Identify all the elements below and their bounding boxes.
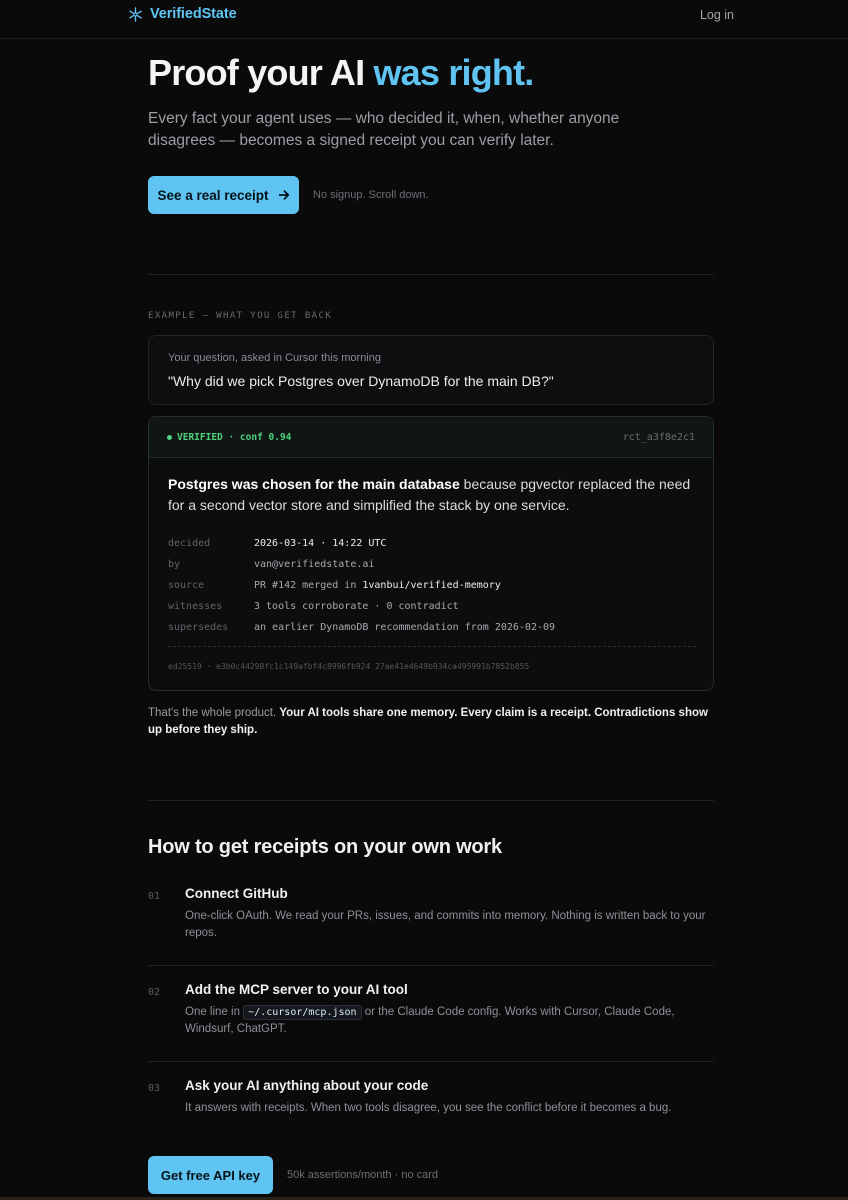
get-api-key-button[interactable]: Get free API key: [148, 1156, 273, 1194]
arrow-right-icon: [278, 190, 289, 200]
hero-title-accent: was right.: [373, 52, 534, 93]
brand-name: VerifiedState: [150, 6, 237, 22]
see-receipt-label: See a real receipt: [157, 187, 269, 203]
login-link[interactable]: Log in: [700, 8, 734, 22]
field-key: witnesses: [168, 601, 223, 612]
field-key: decided: [168, 538, 211, 549]
divider: [148, 965, 714, 966]
field-key: source: [168, 580, 205, 591]
api-key-note: 50k assertions/month · no card: [287, 1169, 439, 1181]
receipt-field-witnesses: witnesses 3 tools corroborate · 0 contra…: [168, 596, 555, 617]
field-value: 2026-03-14 · 14:22 UTC: [254, 538, 387, 549]
field-key: supersedes: [168, 622, 229, 633]
divider: [148, 274, 714, 275]
how-title: How to get receipts on your own work: [148, 836, 502, 858]
asterisk-sparkle-icon: [129, 6, 142, 22]
field-value: an earlier DynamoDB recommendation from …: [254, 622, 556, 633]
receipt-field-by: by van@verifiedstate.ai: [168, 554, 555, 575]
hero-title-main: Proof your AI: [148, 52, 365, 93]
step-description: It answers with receipts. When two tools…: [185, 1102, 672, 1114]
divider: [148, 1061, 714, 1062]
field-key: by: [168, 559, 181, 570]
product-summary: That's the whole product. Your AI tools …: [148, 707, 708, 736]
divider: [148, 800, 714, 801]
field-value: van@verifiedstate.ai: [254, 559, 375, 570]
config-path-code: ~/.cursor/mcp.json: [243, 1005, 362, 1020]
receipt-fields: decided 2026-03-14 · 14:22 UTC by van@ve…: [168, 533, 555, 638]
step-number: 01: [148, 891, 161, 902]
hero-subtitle: Every fact your agent uses — who decided…: [148, 110, 620, 149]
question-text: "Why did we pick Postgres over DynamoDB …: [168, 373, 554, 389]
field-value: 3 tools corroborate · 0 contradict: [254, 601, 459, 612]
receipt-id: rct_a3f8e2c1: [622, 432, 695, 443]
receipt-field-supersedes: supersedes an earlier DynamoDB recommend…: [168, 617, 555, 638]
step-number: 03: [148, 1083, 161, 1094]
example-eyebrow: EXAMPLE — WHAT YOU GET BACK: [148, 311, 333, 321]
step-add-mcp: 02 Add the MCP server to your AI tool On…: [148, 982, 714, 1042]
top-nav: VerifiedState Log in: [0, 0, 848, 39]
step-description: One line in ~/.cursor/mcp.json or the Cl…: [185, 1005, 675, 1035]
field-value: PR #142 merged in 1vanbui/verified-memor…: [254, 580, 501, 591]
step-description: One-click OAuth. We read your PRs, issue…: [185, 910, 706, 939]
verified-dot-icon: [167, 435, 172, 440]
receipt-card: VERIFIED · conf 0.94 rct_a3f8e2c1 Postgr…: [148, 416, 714, 691]
see-receipt-button[interactable]: See a real receipt: [148, 176, 299, 214]
question-label: Your question, asked in Cursor this morn…: [168, 352, 381, 364]
receipt-field-decided: decided 2026-03-14 · 14:22 UTC: [168, 533, 555, 554]
step-connect-github: 01 Connect GitHub One-click OAuth. We re…: [148, 886, 714, 946]
brand-logo[interactable]: VerifiedState: [128, 6, 237, 22]
verified-status: VERIFIED · conf 0.94: [167, 432, 291, 443]
question-card: Your question, asked in Cursor this morn…: [148, 335, 714, 405]
step-number: 02: [148, 987, 161, 998]
step-title: Ask your AI anything about your code: [185, 1078, 429, 1093]
verified-status-text: VERIFIED · conf 0.94: [177, 432, 292, 443]
receipt-divider: [168, 646, 696, 647]
cta-note: No signup. Scroll down.: [313, 189, 429, 201]
receipt-field-source: source PR #142 merged in 1vanbui/verifie…: [168, 575, 555, 596]
step-ask-ai: 03 Ask your AI anything about your code …: [148, 1078, 714, 1118]
receipt-claim: Postgres was chosen for the main databas…: [168, 474, 698, 516]
receipt-signature: ed25519 · e3b0c44298fc1c149afbf4c8996fb9…: [168, 662, 530, 671]
receipt-header: VERIFIED · conf 0.94 rct_a3f8e2c1: [149, 417, 713, 458]
hero-title: Proof your AI was right.: [148, 52, 534, 94]
repo-link[interactable]: 1vanbui/verified-memory: [362, 580, 500, 591]
receipt-claim-bold: Postgres was chosen for the main databas…: [168, 476, 460, 492]
step-title: Connect GitHub: [185, 886, 288, 901]
step-title: Add the MCP server to your AI tool: [185, 982, 408, 997]
